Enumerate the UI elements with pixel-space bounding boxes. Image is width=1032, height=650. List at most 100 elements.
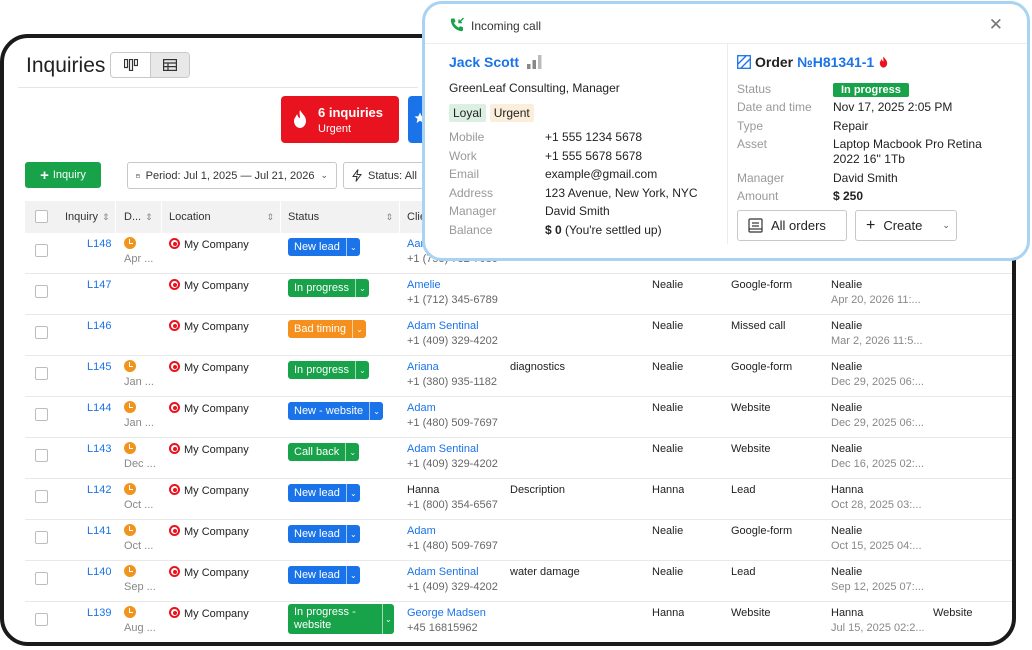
create-label: Create <box>883 218 923 233</box>
status-dropdown[interactable]: In progress ⌄ <box>288 279 370 297</box>
table-row[interactable]: L143 Dec ... My Company Call back ⌄ Adam Sent… <box>25 438 1012 479</box>
chevron-down-icon: ⌄ <box>345 443 359 461</box>
client-name-link[interactable]: George Madsen <box>407 607 507 619</box>
header-date[interactable]: D... ⇕ <box>116 201 162 233</box>
status-dropdown[interactable]: New lead ⌄ <box>288 525 360 543</box>
status-dropdown[interactable]: New lead ⌄ <box>288 566 360 584</box>
add-inquiry-button[interactable]: + Inquiry <box>25 162 101 188</box>
row-checkbox[interactable] <box>35 244 48 257</box>
location-icon <box>169 238 180 249</box>
table-row[interactable]: L146 My Company Bad timing ⌄ Adam Sentinal +1… <box>25 315 1012 356</box>
table-row[interactable]: L140 Sep ... My Company New lead ⌄ Adam Senti… <box>25 561 1012 602</box>
table-row[interactable]: L145 Jan ... My Company In progress ⌄ Ariana +… <box>25 356 1012 397</box>
date-cell: Jan ... <box>124 401 162 429</box>
location-cell: My Company <box>169 320 249 333</box>
select-all-checkbox[interactable] <box>35 210 48 223</box>
plus-icon: + <box>866 216 876 234</box>
inquiry-id-link[interactable]: L146 <box>87 320 111 332</box>
client-name-link[interactable]: Adam Sentinal <box>407 443 507 455</box>
location-icon <box>169 402 180 413</box>
row-checkbox[interactable] <box>35 490 48 503</box>
kanban-view-button[interactable] <box>111 53 150 77</box>
client-name-link[interactable]: Adam Sentinal <box>407 320 507 332</box>
inquiry-id-link[interactable]: L139 <box>87 607 111 619</box>
order-number[interactable]: №H81341-1 <box>797 54 874 70</box>
create-button[interactable]: + Create ⌄ <box>855 210 957 241</box>
inquiry-id-link[interactable]: L144 <box>87 402 111 414</box>
date-cell: Jan ... <box>124 360 162 388</box>
kanban-icon <box>123 59 138 71</box>
table-view-button[interactable] <box>150 53 189 77</box>
page-title: Inquiries <box>26 54 106 77</box>
sort-icon: ⇕ <box>102 212 110 222</box>
header-location[interactable]: Location ⇕ <box>162 201 281 233</box>
header-status[interactable]: Status ⇕ <box>281 201 400 233</box>
status-cell: New lead ⌄ <box>288 484 360 502</box>
contact-name[interactable]: Jack Scott <box>449 54 519 70</box>
inquiry-id-link[interactable]: L148 <box>87 238 111 250</box>
status-filter[interactable]: Status: All <box>343 162 427 189</box>
urgent-inquiries-card[interactable]: 6 inquiries Urgent <box>281 96 399 143</box>
table-row[interactable]: L141 Oct ... My Company New lead ⌄ Adam +1 (48… <box>25 520 1012 561</box>
close-icon[interactable]: ✕ <box>989 15 1003 35</box>
table-row[interactable]: L139 Aug ... My Company In progress - websi… <box>25 602 1012 642</box>
table-icon <box>163 59 177 71</box>
manager-cell: Nealie <box>652 279 684 291</box>
client-phone: +1 (800) 354-6567 <box>407 499 498 511</box>
order-status-pill: In progress <box>833 83 909 97</box>
created-cell: Nealie Dec 29, 2025 06:... <box>831 402 924 429</box>
inquiry-id-link[interactable]: L145 <box>87 361 111 373</box>
client-name-link[interactable]: Adam Sentinal <box>407 566 507 578</box>
row-checkbox[interactable] <box>35 285 48 298</box>
row-checkbox[interactable] <box>35 531 48 544</box>
flame-icon <box>294 110 306 128</box>
source-cell: Website <box>731 607 771 619</box>
table-row[interactable]: L147 My Company In progress ⌄ Amelie +1 (712)… <box>25 274 1012 315</box>
client-name-link[interactable]: Ariana <box>407 361 507 373</box>
row-checkbox[interactable] <box>35 326 48 339</box>
status-dropdown[interactable]: New - website ⌄ <box>288 402 384 420</box>
chevron-down-icon: ⌄ <box>345 238 360 256</box>
row-checkbox[interactable] <box>35 449 48 462</box>
all-orders-button[interactable]: All orders <box>737 210 847 241</box>
inquiry-id-link[interactable]: L143 <box>87 443 111 455</box>
table-row[interactable]: L142 Oct ... My Company New lead ⌄ Hanna +1 (8… <box>25 479 1012 520</box>
description-cell: Description <box>510 484 566 496</box>
client-cell: Adam Sentinal +1 (409) 329-4202 <box>407 320 507 347</box>
chevron-down-icon: ⌄ <box>355 279 369 297</box>
status-dropdown[interactable]: New lead ⌄ <box>288 238 360 256</box>
client-name-link[interactable]: Adam <box>407 402 507 414</box>
client-name-link[interactable]: Amelie <box>407 279 507 291</box>
row-checkbox[interactable] <box>35 613 48 626</box>
status-cell: New - website ⌄ <box>288 402 384 420</box>
table-row[interactable]: L144 Jan ... My Company New - website ⌄ Adam +… <box>25 397 1012 438</box>
status-dropdown[interactable]: Call back ⌄ <box>288 443 360 461</box>
row-checkbox[interactable] <box>35 367 48 380</box>
row-checkbox[interactable] <box>35 572 48 585</box>
chevron-down-icon: ⌄ <box>345 525 360 543</box>
client-cell: Adam +1 (480) 509-7697 <box>407 402 507 429</box>
incoming-call-popup: Incoming call ✕ Jack Scott GreenLeaf Con… <box>422 1 1030 261</box>
client-cell: Adam Sentinal +1 (409) 329-4202 <box>407 443 507 470</box>
status-cell: In progress ⌄ <box>288 361 370 379</box>
header-inquiry[interactable]: Inquiry ⇕ <box>55 201 116 233</box>
inquiry-id-link[interactable]: L140 <box>87 566 111 578</box>
period-filter[interactable]: Period: Jul 1, 2025 — Jul 21, 2026 ⌄ <box>127 162 337 189</box>
status-dropdown[interactable]: Bad timing ⌄ <box>288 320 366 338</box>
inquiry-id-link[interactable]: L147 <box>87 279 111 291</box>
client-name-link[interactable]: Adam <box>407 525 507 537</box>
status-dropdown[interactable]: In progress - website ⌄ <box>288 604 394 634</box>
source-cell: Website <box>731 402 771 414</box>
inquiry-id-link[interactable]: L142 <box>87 484 111 496</box>
client-name-link[interactable]: Hanna <box>407 484 507 496</box>
location-cell: My Company <box>169 525 249 538</box>
status-dropdown[interactable]: In progress ⌄ <box>288 361 370 379</box>
chevron-down-icon[interactable]: ⌄ <box>942 220 950 231</box>
orders-list-icon <box>748 218 763 233</box>
status-dropdown[interactable]: New lead ⌄ <box>288 484 360 502</box>
order-label: Order <box>755 54 794 70</box>
urgent-count: 6 inquiries <box>318 105 384 120</box>
location-cell: My Company <box>169 361 249 374</box>
row-checkbox[interactable] <box>35 408 48 421</box>
inquiry-id-link[interactable]: L141 <box>87 525 111 537</box>
